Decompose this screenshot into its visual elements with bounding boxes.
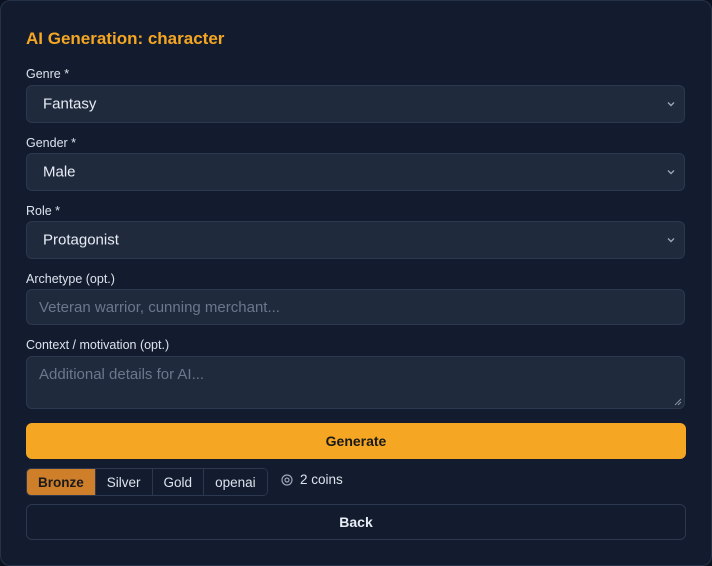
chevron-down-icon (667, 102, 675, 107)
context-label: Context / motivation (opt.) (26, 338, 170, 352)
context-textarea[interactable]: Additional details for AI... (26, 356, 685, 409)
gender-select[interactable]: Male (26, 153, 685, 191)
tier-bronze[interactable]: Bronze (27, 469, 95, 495)
role-select[interactable]: Protagonist (26, 221, 685, 259)
genre-select[interactable]: Fantasy (26, 85, 685, 123)
resize-handle-icon[interactable] (674, 398, 682, 406)
ai-generation-panel: AI Generation: character Genre * Fantasy… (0, 0, 712, 566)
cost-text: 2 coins (300, 472, 343, 487)
tier-gold[interactable]: Gold (151, 469, 204, 495)
tier-silver[interactable]: Silver (94, 469, 152, 495)
cost-indicator: 2 coins (281, 472, 343, 487)
gender-value: Male (43, 163, 76, 181)
genre-label: Genre * (26, 67, 70, 81)
tier-openai[interactable]: openai (203, 469, 267, 495)
coin-icon (281, 473, 293, 486)
generate-button[interactable]: Generate (26, 423, 686, 459)
archetype-input[interactable]: Veteran warrior, cunning merchant... (26, 289, 685, 325)
context-placeholder: Additional details for AI... (39, 366, 205, 383)
role-value: Protagonist (43, 231, 119, 249)
archetype-placeholder: Veteran warrior, cunning merchant... (39, 299, 280, 316)
panel-title: AI Generation: character (26, 29, 225, 48)
archetype-label: Archetype (opt.) (26, 272, 115, 286)
chevron-down-icon (667, 238, 675, 243)
back-button[interactable]: Back (26, 504, 686, 540)
role-label: Role * (26, 204, 61, 218)
gender-label: Gender * (26, 136, 77, 150)
genre-value: Fantasy (43, 95, 97, 113)
chevron-down-icon (667, 170, 675, 175)
tier-selector: Bronze Silver Gold openai (26, 468, 268, 496)
